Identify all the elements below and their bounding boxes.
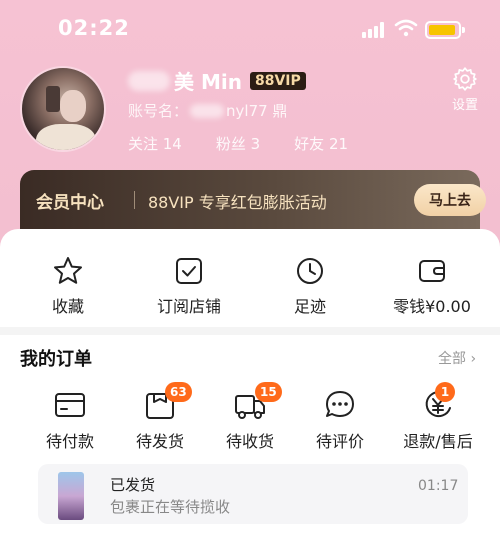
- shipping-title: 已发货: [110, 476, 156, 494]
- wallet-icon: [419, 260, 445, 282]
- comment-icon: [326, 391, 354, 417]
- order-pending-shipment[interactable]: 63 待发货: [112, 382, 208, 452]
- quick-footprints[interactable]: 足迹: [255, 245, 365, 317]
- orders-all-link[interactable]: 全部 ›: [438, 348, 476, 368]
- account-label: 账号名：: [128, 102, 189, 120]
- vip-badge: 88VIP: [249, 71, 306, 90]
- gear-icon: [453, 67, 477, 91]
- order-pending-receipt[interactable]: 15 待收货: [202, 382, 298, 452]
- card-icon: [55, 393, 85, 417]
- quick-subscribed-label: 订阅店铺: [156, 297, 221, 316]
- username[interactable]: 美 Min 88VIP: [128, 66, 306, 95]
- profile-stats: 关注 14 粉丝 3 好友 21: [128, 133, 382, 154]
- status-time: 02:22: [58, 16, 130, 40]
- banner-text: 88VIP 专享红包膨胀活动: [148, 193, 327, 212]
- order-refund-label: 退款/售后: [403, 432, 473, 451]
- shipping-time: 01:17: [418, 478, 459, 494]
- signal-icon: [362, 22, 388, 38]
- order-pending-payment-label: 待付款: [45, 432, 94, 451]
- order-pending-shipment-label: 待发货: [135, 432, 184, 451]
- order-pending-payment[interactable]: 待付款: [22, 384, 118, 452]
- wifi-icon: [394, 19, 418, 37]
- product-thumbnail: [58, 472, 84, 520]
- banner-divider: [134, 191, 135, 209]
- order-pending-review-label: 待评价: [315, 432, 364, 451]
- settings-button[interactable]: 设置: [448, 66, 482, 113]
- account-name: 账号名： nyl77 鼎: [128, 100, 287, 121]
- quick-wallet[interactable]: 零钱¥0.00: [377, 245, 487, 317]
- order-pending-review[interactable]: 待评价: [292, 384, 388, 452]
- order-pending-receipt-label: 待收货: [225, 432, 274, 451]
- stat-fans[interactable]: 粉丝 3: [216, 133, 260, 154]
- orders-title: 我的订单: [20, 349, 92, 370]
- star-icon: [54, 257, 82, 284]
- quick-favorites-label: 收藏: [51, 297, 84, 316]
- quick-links: 收藏 订阅店铺 足迹 零钱¥0.00: [0, 245, 500, 325]
- shipping-notice[interactable]: 已发货 包裹正在等待揽收 01:17: [38, 464, 468, 524]
- username-text: 美 Min: [174, 70, 242, 94]
- order-status-row: 待付款 63 待发货 15 待收货 待评价 1 退款/售后: [0, 382, 500, 454]
- badge-refund: 1: [435, 382, 455, 402]
- account-value: nyl77 鼎: [226, 102, 288, 120]
- avatar[interactable]: [20, 66, 106, 152]
- badge-pending-shipment: 63: [165, 382, 192, 402]
- quick-footprints-label: 足迹: [293, 297, 326, 316]
- quick-wallet-label: 零钱¥0.00: [393, 297, 471, 316]
- go-now-button[interactable]: 马上去: [414, 184, 486, 216]
- status-bar: 02:22: [0, 0, 500, 56]
- check-square-icon: [176, 258, 202, 284]
- badge-pending-receipt: 15: [255, 382, 282, 402]
- order-refund[interactable]: 1 退款/售后: [386, 382, 490, 452]
- banner-title: 会员中心: [36, 193, 104, 213]
- member-banner[interactable]: 会员中心 88VIP 专享红包膨胀活动 马上去: [20, 170, 486, 232]
- stat-friends[interactable]: 好友 21: [294, 133, 348, 154]
- settings-label: 设置: [451, 98, 478, 113]
- clock-icon: [297, 258, 323, 284]
- stat-following[interactable]: 关注 14: [128, 133, 182, 154]
- section-divider: [0, 327, 500, 335]
- quick-favorites[interactable]: 收藏: [13, 245, 123, 317]
- shipping-subtitle: 包裹正在等待揽收: [110, 498, 231, 516]
- battery-icon: [425, 21, 465, 39]
- quick-subscribed-shops[interactable]: 订阅店铺: [134, 245, 244, 317]
